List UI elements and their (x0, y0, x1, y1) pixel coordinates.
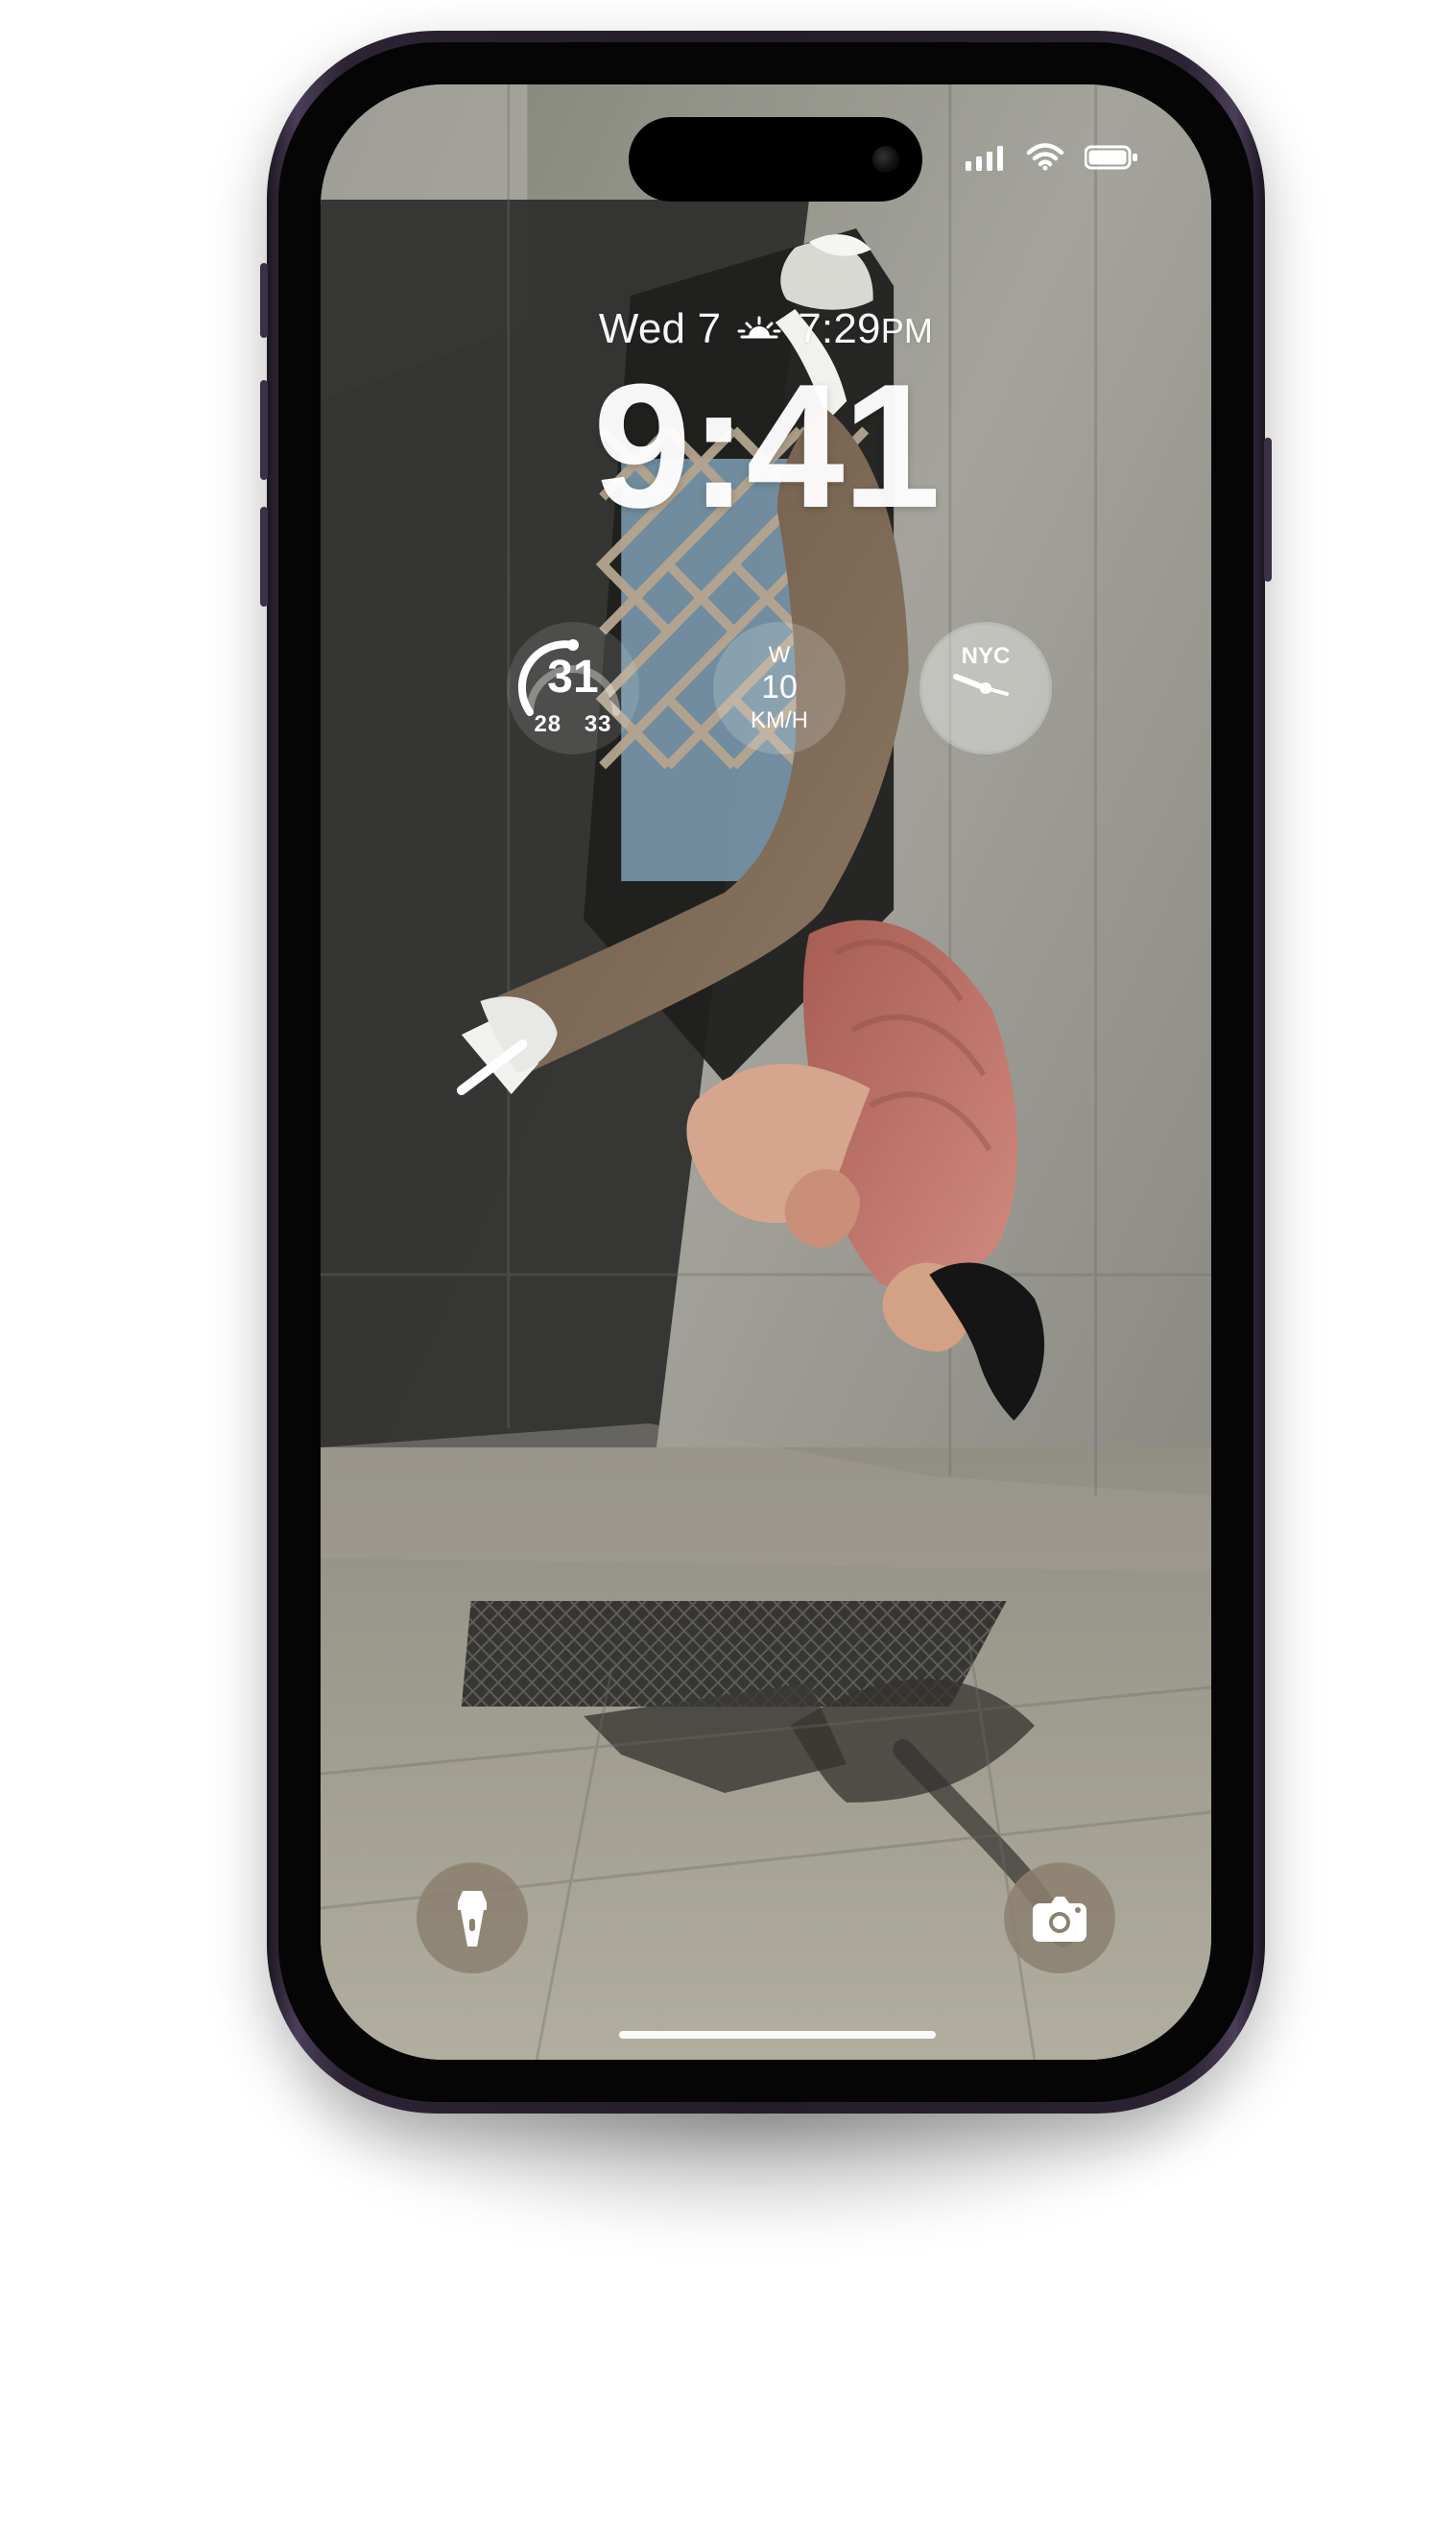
battery-icon (1085, 145, 1137, 170)
camera-button[interactable] (1004, 1862, 1115, 1973)
status-icons (966, 138, 1211, 177)
status-bar (321, 84, 1211, 219)
lock-screen: Wed 7 7:29PM 9:41 31 28 33 W 10 KM/H NYC (321, 84, 1211, 2060)
wifi-icon (1026, 143, 1064, 171)
low-temperature: 28 (534, 711, 562, 737)
side-button (1264, 438, 1272, 582)
flashlight-icon (458, 1891, 487, 1947)
analog-clock-icon (922, 625, 1049, 752)
phone-bezel: Wed 7 7:29PM 9:41 31 28 33 W 10 KM/H NYC (278, 42, 1253, 2102)
camera-icon (1033, 1897, 1086, 1942)
action-button (260, 263, 268, 338)
sunrise-time-value: 7:29 (798, 305, 881, 352)
lock-screen-header: Wed 7 7:29PM 9:41 (321, 305, 1211, 534)
temperature-widget[interactable]: 31 28 33 (507, 622, 639, 754)
volume-up-button (260, 380, 268, 480)
wind-unit: KM/H (751, 707, 808, 733)
temperature-range: 28 33 (507, 713, 639, 736)
wind-widget[interactable]: W 10 KM/H (713, 622, 846, 754)
high-temperature: 33 (584, 711, 612, 737)
lock-screen-time: 9:41 (592, 346, 941, 544)
current-temperature: 31 (547, 652, 599, 703)
volume-down-button (260, 507, 268, 607)
wind-speed: 10 (761, 669, 798, 705)
front-camera-icon (872, 146, 899, 173)
world-clock-city: NYC (961, 643, 1011, 669)
wind-direction: W (768, 642, 791, 668)
dynamic-island (629, 117, 922, 202)
page: Wed 7 7:29PM 9:41 31 28 33 W 10 KM/H NYC (0, 0, 1456, 2532)
sunrise-meridiem: PM (880, 311, 934, 350)
flashlight-button[interactable] (417, 1862, 528, 1973)
world-clock-widget[interactable]: NYC (919, 622, 1052, 754)
lock-screen-controls (321, 1862, 1211, 1987)
phone-frame: Wed 7 7:29PM 9:41 31 28 33 W 10 KM/H NYC (260, 31, 1272, 2114)
home-indicator[interactable] (619, 2031, 936, 2039)
lock-screen-widgets: 31 28 33 W 10 KM/H NYC (321, 622, 1211, 766)
cellular-signal-icon (966, 146, 1003, 171)
sunrise-icon (737, 316, 781, 339)
